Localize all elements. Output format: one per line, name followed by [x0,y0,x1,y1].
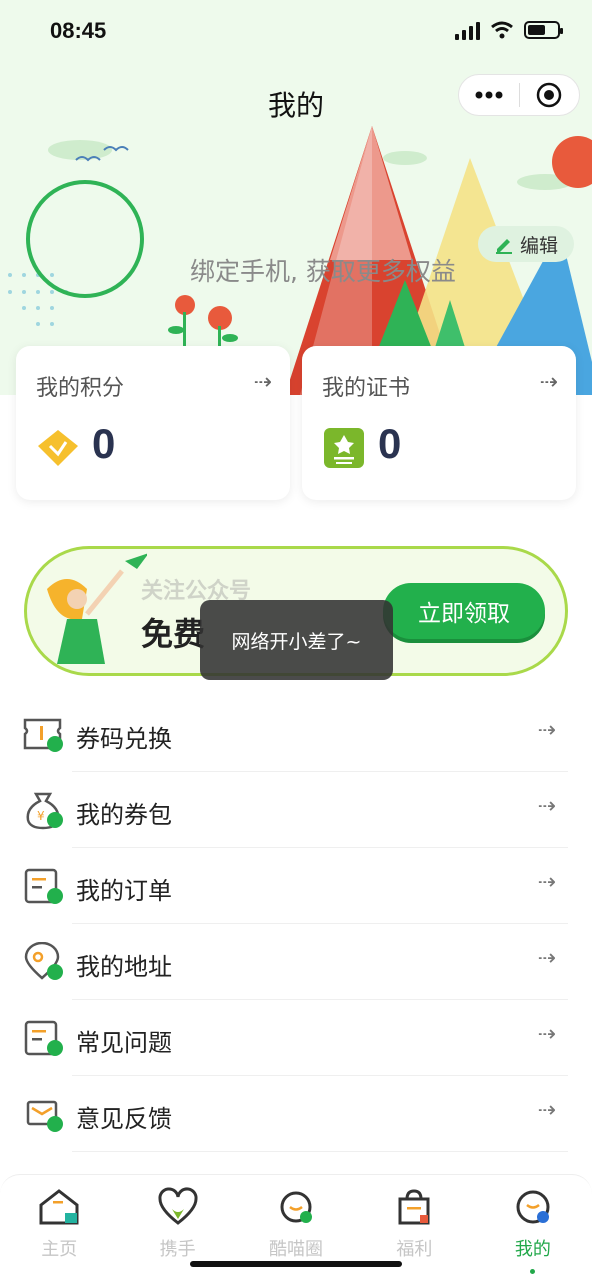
network-error-toast: 网络开小差了~ [200,600,393,680]
arrow-right-icon: ⇢ [539,370,558,395]
menu-item-redeem-code[interactable]: 券码兑换 ⇢ [0,696,592,772]
cellular-signal-icon [455,20,480,40]
edit-profile-button[interactable]: 编辑 [478,226,574,262]
arrow-right-icon: ⇢ [537,794,556,819]
arrow-right-icon: ⇢ [537,1098,556,1123]
menu-label: 我的券包 [76,801,172,829]
arrow-right-icon: ⇢ [537,946,556,971]
heart-icon [158,1187,198,1225]
tab-home[interactable]: 主页 [0,1175,118,1280]
order-list-icon [24,868,63,904]
certificate-card-title: 我的证书 [322,376,411,401]
status-bar: 08:45 [0,0,592,64]
wifi-icon [491,21,513,39]
menu-label: 券码兑换 [76,725,172,753]
points-value: 0 [92,420,116,467]
money-bag-icon: ¥ [26,792,63,830]
feedback-mail-icon [26,1100,63,1132]
status-icons [455,20,563,40]
arrow-right-icon: ⇢ [537,718,556,743]
home-indicator[interactable] [190,1261,402,1267]
edit-label: 编辑 [519,234,558,257]
ticket-icon [23,718,63,752]
tab-label: 主页 [41,1239,78,1260]
planet-icon [280,1191,313,1223]
points-card-title: 我的积分 [36,376,125,401]
claim-now-button[interactable]: 立即领取 [383,583,545,639]
profile-header: 08:45 我的 绑定手机, 获取更多权益 编辑 [0,0,592,395]
menu-item-feedback[interactable]: 意见反馈 ⇢ [0,1076,592,1152]
svg-text:¥: ¥ [37,809,45,823]
home-icon [39,1189,79,1225]
menu-item-address[interactable]: 我的地址 ⇢ [0,924,592,1000]
certificate-icon [324,428,364,468]
tab-label: 携手 [159,1239,196,1260]
menu-label: 常见问题 [76,1029,172,1057]
menu-label: 意见反馈 [76,1105,172,1133]
menu-list: 券码兑换 ⇢ ¥ 我的券包 ⇢ 我的订单 ⇢ 我的地址 ⇢ 常见问题 ⇢ 意见反… [0,696,592,1152]
status-time: 08:45 [50,18,107,43]
menu-item-orders[interactable]: 我的订单 ⇢ [0,848,592,924]
arrow-right-icon: ⇢ [253,370,272,395]
menu-item-coupon-wallet[interactable]: ¥ 我的券包 ⇢ [0,772,592,848]
tab-label: 酷喵圈 [269,1239,324,1260]
avatar[interactable] [26,180,144,298]
arrow-right-icon: ⇢ [537,1022,556,1047]
certificate-value: 0 [378,420,402,467]
certificate-card[interactable]: 我的证书 ⇢ 0 [302,346,576,500]
more-dots-icon[interactable] [459,75,519,115]
mini-program-capsule [458,74,580,116]
battery-icon [524,21,563,39]
points-card[interactable]: 我的积分 ⇢ 0 [16,346,290,500]
menu-item-faq[interactable]: 常见问题 ⇢ [0,1000,592,1076]
pencil-icon [495,239,512,254]
faq-doc-icon [24,1020,63,1056]
active-tab-dot [530,1269,536,1274]
bind-phone-prompt[interactable]: 绑定手机, 获取更多权益 [190,252,456,288]
gift-bag-icon [398,1189,430,1225]
diamond-points-icon [38,430,78,466]
girl-illustration [47,553,147,664]
target-circle-icon[interactable] [520,75,580,115]
profile-face-icon [516,1190,550,1224]
location-pin-icon [24,942,63,980]
tab-label: 我的 [514,1239,551,1260]
arrow-right-icon: ⇢ [537,870,556,895]
menu-label: 我的地址 [76,953,172,981]
banner-headline: 免费 [141,615,206,653]
tab-label: 福利 [396,1239,433,1260]
tab-mine[interactable]: 我的 [474,1175,592,1280]
menu-label: 我的订单 [76,877,172,905]
